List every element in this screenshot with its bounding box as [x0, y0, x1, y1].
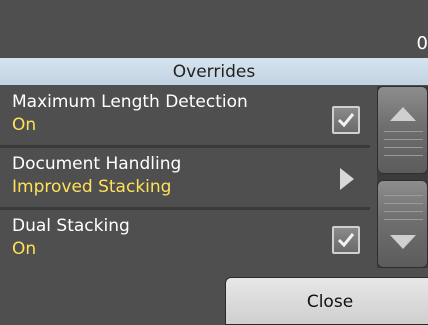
scrollbar[interactable]	[377, 86, 428, 268]
item-label: Document Handling	[12, 154, 182, 174]
triangle-down-icon	[390, 235, 416, 249]
top-bar: 0	[0, 0, 428, 58]
close-button-label: Close	[306, 292, 354, 312]
item-value: On	[12, 115, 37, 135]
page-title: Overrides	[172, 62, 256, 82]
triangle-up-icon	[390, 107, 416, 121]
checkbox-checked-icon[interactable]	[332, 106, 360, 134]
list-item-maximum-length-detection[interactable]: Maximum Length Detection On	[0, 86, 370, 145]
scroll-down-button[interactable]	[377, 180, 428, 268]
item-label: Maximum Length Detection	[12, 92, 248, 112]
close-button[interactable]: Close	[225, 277, 428, 325]
overrides-header: Overrides	[0, 58, 428, 85]
page-counter: 0	[416, 33, 428, 54]
item-value: Improved Stacking	[12, 177, 172, 197]
scroll-up-button[interactable]	[377, 86, 428, 174]
list-item-document-handling[interactable]: Document Handling Improved Stacking	[0, 148, 370, 207]
item-value: On	[12, 239, 37, 259]
chevron-right-icon	[340, 168, 354, 190]
checkbox-checked-icon[interactable]	[332, 226, 360, 254]
list-item-dual-stacking[interactable]: Dual Stacking On	[0, 210, 370, 268]
item-label: Dual Stacking	[12, 216, 130, 236]
